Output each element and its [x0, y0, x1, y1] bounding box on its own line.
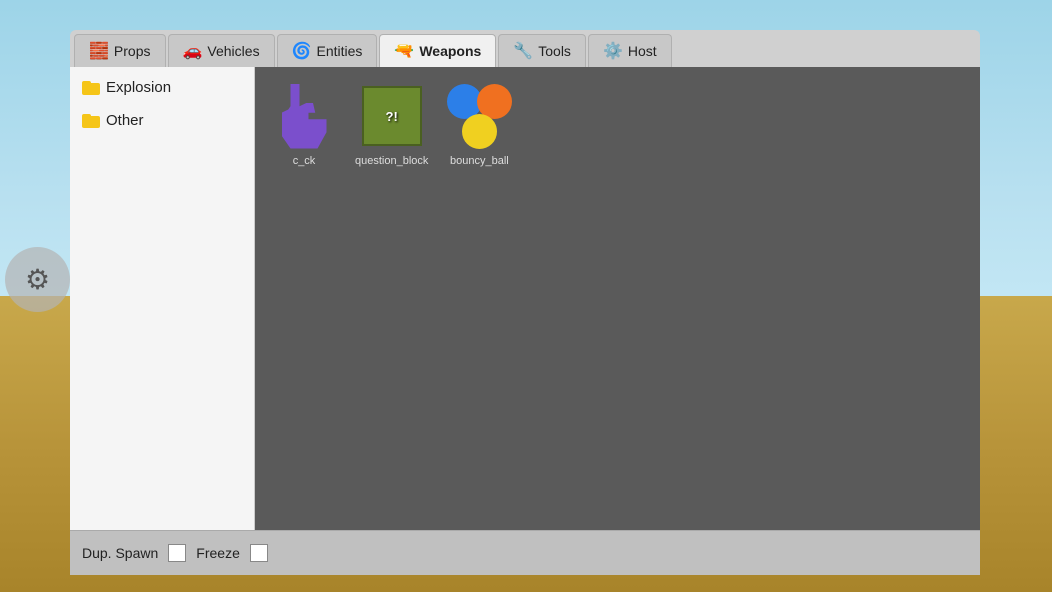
dup-spawn-label: Dup. Spawn [82, 545, 158, 561]
item-thumb-c_ck [269, 81, 339, 151]
tab-entities[interactable]: 🌀 Entities [277, 34, 378, 67]
tab-weapons-label: Weapons [419, 43, 481, 59]
shape-c_ck [282, 84, 327, 149]
sidebar-item-explosion-label: Explosion [106, 79, 171, 96]
sidebar-item-other[interactable]: Other [70, 104, 254, 137]
tab-props-label: Props [114, 43, 151, 59]
sidebar: Explosion Other [70, 67, 255, 530]
wrench-icon[interactable]: ⚙ [5, 247, 70, 312]
folder-icon-other [82, 114, 100, 128]
tab-tools-label: Tools [538, 43, 571, 59]
sidebar-item-other-label: Other [106, 112, 144, 129]
tab-host-label: Host [628, 43, 657, 59]
item-thumb-bouncy_ball [444, 81, 514, 151]
bottom-bar: Dup. Spawn Freeze [70, 530, 980, 575]
main-content: c_ck question_block [255, 67, 980, 530]
item-question_block[interactable]: question_block [351, 77, 432, 171]
item-bouncy_ball[interactable]: bouncy_ball [440, 77, 518, 171]
weapons-icon: 🔫 [394, 41, 414, 61]
tab-host[interactable]: ⚙️ Host [588, 34, 672, 67]
host-icon: ⚙️ [603, 41, 623, 61]
freeze-checkbox[interactable] [250, 544, 268, 562]
tab-vehicles[interactable]: 🚗 Vehicles [168, 34, 275, 67]
tab-weapons[interactable]: 🔫 Weapons [379, 34, 496, 67]
props-icon: 🧱 [89, 41, 109, 61]
main-panel: 🧱 Props 🚗 Vehicles 🌀 Entities 🔫 Weapons … [70, 30, 980, 575]
sidebar-item-explosion[interactable]: Explosion [70, 71, 254, 104]
tab-props[interactable]: 🧱 Props [74, 34, 166, 67]
tab-entities-label: Entities [317, 43, 363, 59]
items-grid: c_ck question_block [265, 77, 970, 171]
shape-question_block [362, 86, 422, 146]
freeze-label: Freeze [196, 545, 240, 561]
item-thumb-question_block [357, 81, 427, 151]
ball-yellow [462, 114, 497, 149]
item-label-question_block: question_block [355, 155, 428, 167]
item-label-bouncy_ball: bouncy_ball [450, 155, 509, 167]
item-c_ck[interactable]: c_ck [265, 77, 343, 171]
item-label-c_ck: c_ck [293, 155, 316, 167]
entities-icon: 🌀 [292, 41, 312, 61]
dup-spawn-checkbox[interactable] [168, 544, 186, 562]
tab-tools[interactable]: 🔧 Tools [498, 34, 586, 67]
content-area: Explosion Other c_ck [70, 67, 980, 530]
tab-bar: 🧱 Props 🚗 Vehicles 🌀 Entities 🔫 Weapons … [70, 30, 980, 67]
shape-bouncy_ball [447, 84, 512, 149]
tab-vehicles-label: Vehicles [207, 43, 259, 59]
tools-icon: 🔧 [513, 41, 533, 61]
folder-icon-explosion [82, 81, 100, 95]
vehicles-icon: 🚗 [183, 41, 203, 61]
